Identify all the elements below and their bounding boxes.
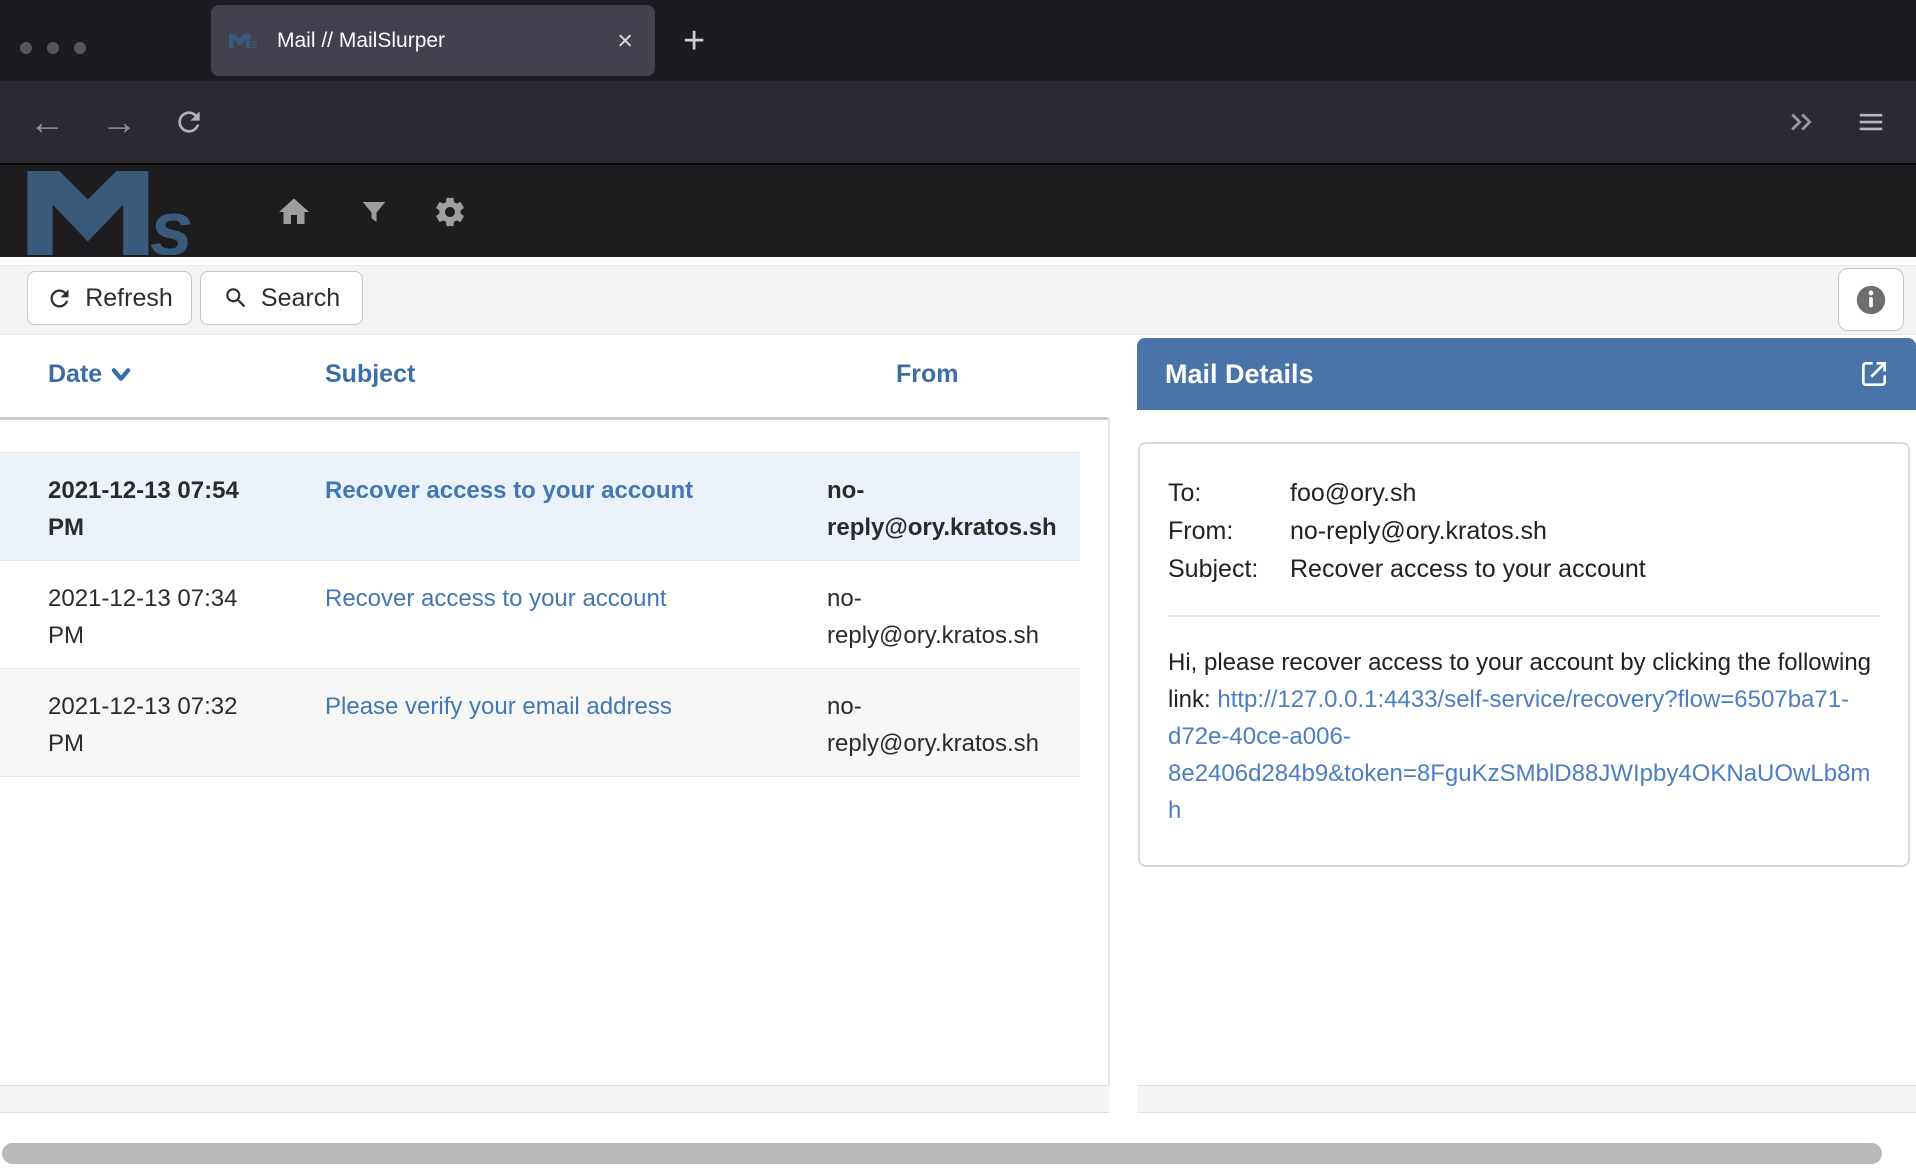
- to-label: To:: [1168, 474, 1290, 512]
- svg-text:s: s: [251, 36, 259, 51]
- window-close-button[interactable]: [20, 42, 32, 54]
- filter-icon: [359, 197, 389, 227]
- panel-divider: [1108, 417, 1110, 1085]
- mail-row-subject-link[interactable]: Recover access to your account: [285, 453, 795, 560]
- mail-body: Hi, please recover access to your accoun…: [1168, 644, 1880, 829]
- reload-icon: [173, 106, 205, 138]
- refresh-button-label: Refresh: [85, 284, 173, 313]
- window-minimize-button[interactable]: [47, 42, 59, 54]
- mail-row-from: no-reply@ory.kratos.sh: [795, 453, 1080, 560]
- mailslurper-window: s Mail // MailSlurper × + ← → 127.0.0.1:…: [0, 0, 1916, 1170]
- subject-value: Recover access to your account: [1290, 550, 1646, 588]
- from-label: From:: [1168, 512, 1290, 550]
- new-tab-button[interactable]: +: [683, 22, 705, 60]
- browser-nav-bar: ← → 127.0.0.1:4436/# 90%: [0, 81, 1916, 163]
- mail-list-header: Date Subject From: [0, 360, 1080, 389]
- list-footer-strip: [0, 1085, 1109, 1113]
- menu-button[interactable]: [1846, 81, 1896, 163]
- recovery-link[interactable]: http://127.0.0.1:4433/self-service/recov…: [1168, 686, 1870, 824]
- browser-tab-strip: s Mail // MailSlurper × +: [0, 0, 1916, 81]
- overflow-chevrons-icon: [1784, 107, 1818, 137]
- details-divider: [1168, 615, 1880, 617]
- svg-text:s: s: [150, 186, 193, 255]
- search-button-label: Search: [261, 284, 340, 313]
- search-icon: [223, 285, 249, 311]
- menu-icon: [1854, 107, 1888, 137]
- detail-from-row: From: no-reply@ory.kratos.sh: [1168, 512, 1880, 550]
- back-button[interactable]: ←: [24, 81, 70, 163]
- mail-details-title: Mail Details: [1165, 359, 1314, 390]
- info-icon: [1854, 283, 1888, 317]
- mail-row[interactable]: 2021-12-13 07:32 PM Please verify your e…: [0, 669, 1080, 777]
- mail-row-date: 2021-12-13 07:32 PM: [0, 669, 285, 776]
- mail-details-card: To: foo@ory.sh From: no-reply@ory.kratos…: [1138, 442, 1910, 867]
- filter-nav-button[interactable]: [352, 165, 396, 259]
- detail-subject-row: Subject: Recover access to your account: [1168, 550, 1880, 588]
- app-header: s: [0, 163, 1916, 257]
- mail-row-subject-link[interactable]: Please verify your email address: [285, 669, 795, 776]
- column-header-from[interactable]: From: [795, 360, 1080, 389]
- subject-label: Subject:: [1168, 550, 1290, 588]
- external-link-icon: [1858, 358, 1890, 390]
- mail-list-body: 2021-12-13 07:54 PM Recover access to yo…: [0, 452, 1080, 777]
- refresh-button[interactable]: Refresh: [27, 271, 192, 325]
- gear-icon: [433, 195, 467, 229]
- tab-title: Mail // MailSlurper: [277, 29, 445, 53]
- home-nav-button[interactable]: [272, 165, 316, 259]
- browser-tab[interactable]: s Mail // MailSlurper ×: [211, 5, 655, 76]
- mail-row-date: 2021-12-13 07:34 PM: [0, 561, 285, 668]
- column-header-date[interactable]: Date: [0, 360, 285, 389]
- refresh-icon: [46, 285, 73, 312]
- mail-row-date: 2021-12-13 07:54 PM: [0, 453, 285, 560]
- close-tab-icon[interactable]: ×: [617, 27, 633, 54]
- horizontal-scrollbar[interactable]: [2, 1143, 1882, 1164]
- details-footer-strip: [1137, 1085, 1916, 1113]
- mail-row-from: no-reply@ory.kratos.sh: [795, 561, 1080, 668]
- home-icon: [276, 194, 312, 230]
- mail-details-header: Mail Details: [1137, 338, 1916, 410]
- mailslurper-favicon: s: [229, 28, 263, 54]
- mail-row[interactable]: 2021-12-13 07:34 PM Recover access to yo…: [0, 561, 1080, 669]
- mailslurper-logo[interactable]: s: [23, 171, 225, 255]
- open-mail-external-button[interactable]: [1858, 358, 1890, 395]
- settings-nav-button[interactable]: [428, 165, 472, 259]
- detail-to-row: To: foo@ory.sh: [1168, 474, 1880, 512]
- window-zoom-button[interactable]: [74, 42, 86, 54]
- from-value: no-reply@ory.kratos.sh: [1290, 512, 1547, 550]
- forward-button[interactable]: →: [96, 81, 142, 163]
- mail-row[interactable]: 2021-12-13 07:54 PM Recover access to yo…: [0, 452, 1080, 561]
- column-header-subject[interactable]: Subject: [285, 360, 795, 389]
- reload-button[interactable]: [166, 81, 212, 163]
- to-value: foo@ory.sh: [1290, 474, 1416, 512]
- info-button[interactable]: [1838, 268, 1904, 331]
- mail-row-subject-link[interactable]: Recover access to your account: [285, 561, 795, 668]
- mail-row-from: no-reply@ory.kratos.sh: [795, 669, 1080, 776]
- search-button[interactable]: Search: [200, 271, 363, 325]
- sort-chevron-down-icon: [111, 367, 131, 382]
- header-divider: [0, 417, 1109, 420]
- overflow-button[interactable]: [1778, 81, 1824, 163]
